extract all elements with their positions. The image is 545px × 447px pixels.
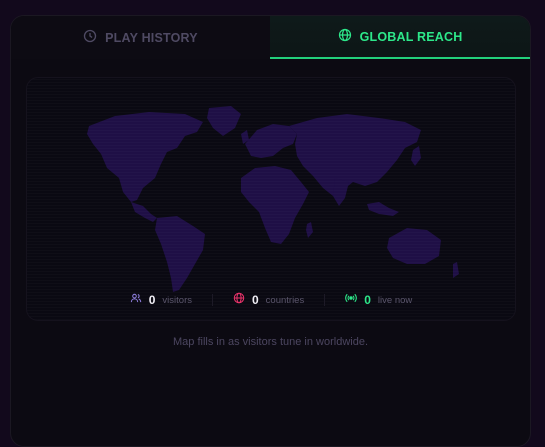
- tab-bar: PLAY HISTORY GLOBAL REACH: [11, 16, 530, 59]
- countries-label: countries: [265, 294, 305, 306]
- tab-global-reach[interactable]: GLOBAL REACH: [270, 16, 530, 59]
- tab-play-history[interactable]: PLAY HISTORY: [11, 16, 270, 59]
- stat-visitors: 0 visitors: [110, 291, 212, 309]
- continent-australia: [387, 228, 441, 264]
- continent-madagascar: [306, 222, 313, 238]
- continent-indonesia: [367, 202, 399, 216]
- continent-europe: [245, 124, 297, 158]
- live-label: live now: [377, 294, 413, 306]
- continent-north-america: [87, 112, 203, 202]
- globe-icon: [233, 291, 245, 309]
- stat-live: 0 live now: [325, 291, 432, 309]
- tab-global-reach-label: GLOBAL REACH: [359, 29, 463, 44]
- continent-new-zealand: [453, 262, 459, 278]
- continent-india: [333, 178, 349, 206]
- map-caption: Map fills in as visitors tune in worldwi…: [172, 336, 369, 348]
- stats-bar: 0 visitors 0 countries 0 live now: [27, 290, 515, 310]
- visitors-label: visitors: [162, 294, 192, 306]
- continent-south-america: [155, 216, 205, 292]
- continent-africa: [241, 166, 309, 244]
- globe-icon: [338, 28, 352, 45]
- countries-count: 0: [251, 293, 259, 307]
- continent-greenland: [207, 106, 241, 136]
- continent-asia: [289, 114, 421, 196]
- users-icon: [130, 291, 142, 309]
- world-map-card: 0 visitors 0 countries 0 live now: [26, 77, 516, 321]
- broadcast-icon: [345, 291, 358, 309]
- continent-japan: [411, 146, 421, 166]
- clock-icon: [83, 29, 97, 46]
- tab-play-history-label: PLAY HISTORY: [105, 30, 198, 45]
- live-count: 0: [364, 293, 371, 307]
- continent-central-america: [131, 202, 157, 222]
- stat-countries: 0 countries: [213, 291, 324, 309]
- global-reach-panel: PLAY HISTORY GLOBAL REACH 0 visitors 0 c…: [10, 15, 531, 447]
- world-map[interactable]: [27, 78, 515, 320]
- visitors-count: 0: [148, 293, 156, 307]
